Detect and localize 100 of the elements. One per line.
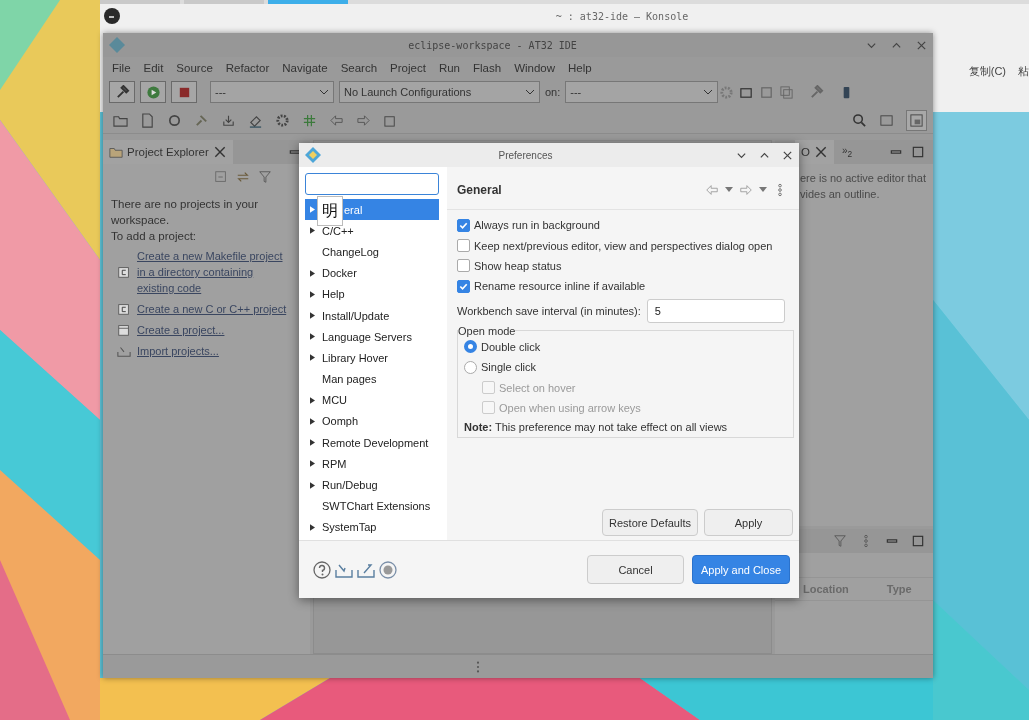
ime-candidate[interactable]: 明 bbox=[317, 196, 343, 226]
radio-button[interactable]: Double click bbox=[464, 336, 789, 357]
menu-item[interactable]: File bbox=[106, 62, 138, 74]
message-text: There are no projects in your workspace. bbox=[111, 197, 260, 228]
folder-icon bbox=[109, 145, 123, 159]
view-tab[interactable]: O bbox=[795, 140, 834, 164]
link[interactable]: Create a project... bbox=[137, 322, 225, 338]
launch-config-dropdown[interactable]: No Launch Configurations bbox=[339, 81, 540, 103]
view-tab[interactable]: Project Explorer bbox=[103, 140, 233, 164]
message-text: ere is no active editor that bbox=[800, 171, 926, 186]
menu-item[interactable]: Navigate bbox=[276, 62, 335, 74]
stop-button[interactable] bbox=[171, 81, 197, 103]
perspective-icon[interactable] bbox=[879, 112, 894, 128]
toolbar-button[interactable]: 粘 bbox=[1018, 64, 1029, 79]
page-title: General bbox=[457, 183, 502, 197]
menu-item[interactable]: Window bbox=[508, 62, 563, 74]
caret-icon bbox=[703, 89, 714, 95]
play-icon bbox=[145, 84, 161, 100]
close-icon[interactable] bbox=[212, 145, 227, 159]
perspective-button[interactable] bbox=[906, 109, 927, 131]
group-title: Open mode bbox=[458, 324, 516, 337]
search-icon[interactable] bbox=[852, 112, 867, 128]
window-icon bbox=[117, 323, 131, 337]
tree-item[interactable]: Help bbox=[305, 283, 439, 305]
target-dropdown[interactable]: --- bbox=[565, 81, 719, 103]
menu-item[interactable]: Project bbox=[384, 62, 433, 74]
tree-item[interactable]: ChangeLog bbox=[305, 241, 439, 263]
build-config-dropdown[interactable]: --- bbox=[210, 81, 334, 103]
dialog-button[interactable]: Restore Defaults bbox=[602, 509, 698, 536]
menu-item[interactable]: Refactor bbox=[219, 62, 277, 74]
tree-item[interactable]: Oomph bbox=[305, 410, 439, 433]
menu-item[interactable]: Search bbox=[334, 62, 385, 74]
overflow-tab[interactable]: »$_{2}$ bbox=[841, 145, 853, 159]
close-icon[interactable] bbox=[916, 39, 927, 51]
hammer-button[interactable] bbox=[109, 81, 135, 103]
filter-icon[interactable] bbox=[258, 170, 272, 184]
menu-item[interactable]: Source bbox=[170, 62, 220, 74]
search-field[interactable] bbox=[305, 173, 439, 195]
radio-button[interactable]: Single click bbox=[464, 356, 789, 378]
document-icon[interactable] bbox=[140, 112, 155, 128]
logo-icon bbox=[305, 147, 321, 163]
tree-item[interactable]: Man pages bbox=[305, 368, 439, 390]
caret-icon[interactable] bbox=[725, 187, 733, 193]
tree-item[interactable]: Library Hover bbox=[305, 347, 439, 369]
maximize-icon[interactable] bbox=[911, 534, 925, 548]
filter-icon[interactable] bbox=[833, 534, 847, 548]
menu-item[interactable]: Help bbox=[562, 62, 599, 74]
menu-item[interactable]: Flash bbox=[467, 62, 509, 74]
input-field[interactable]: 5 bbox=[646, 298, 785, 323]
gear-icon[interactable] bbox=[275, 112, 290, 128]
terminal-icon bbox=[104, 8, 120, 24]
window-title: eclipse-workspace - AT32 IDE bbox=[407, 39, 578, 51]
link[interactable]: Create a new C or C++ project bbox=[137, 301, 287, 317]
caret-icon[interactable] bbox=[759, 187, 767, 193]
tree-item[interactable]: Run/Debug bbox=[305, 474, 439, 496]
menu-item[interactable]: Run bbox=[432, 62, 467, 74]
close-icon[interactable] bbox=[782, 149, 793, 161]
hash-icon[interactable] bbox=[302, 112, 317, 128]
tree-item[interactable]: Remote Development bbox=[305, 432, 439, 454]
tree-item[interactable]: Language Servers bbox=[305, 326, 439, 348]
record-icon[interactable] bbox=[379, 560, 397, 579]
toolbar-button[interactable]: 复制(C) bbox=[968, 64, 1006, 79]
message-text: To add a project: bbox=[111, 229, 198, 244]
apply-and-close-button[interactable]: Apply and Close bbox=[692, 555, 790, 584]
cancel-button[interactable]: Cancel bbox=[587, 555, 684, 584]
target-label: on: bbox=[545, 86, 561, 98]
tree-item[interactable]: Docker bbox=[305, 262, 439, 284]
field-label: Workbench save interval (in minutes): bbox=[457, 304, 641, 317]
collapse-icon[interactable] bbox=[214, 170, 228, 184]
tree-item[interactable]: RPM bbox=[305, 453, 439, 475]
back-icon[interactable] bbox=[329, 112, 344, 128]
checkbox[interactable]: Rename resource inline if available bbox=[457, 276, 795, 297]
hammer-icon bbox=[114, 84, 130, 100]
checkbox[interactable]: Keep next/previous editor, view and perspectives dialog open bbox=[457, 235, 795, 256]
link[interactable]: Import projects... bbox=[137, 343, 219, 359]
dialog-button[interactable]: Apply bbox=[704, 509, 793, 536]
caret-icon bbox=[525, 89, 535, 95]
tree-item[interactable]: MCU bbox=[305, 389, 439, 411]
link[interactable]: Create a new Makefile project in a directory containing existing code bbox=[137, 248, 293, 296]
c-file-icon bbox=[117, 302, 131, 316]
menu-item[interactable]: Edit bbox=[137, 62, 171, 74]
maximize-icon[interactable] bbox=[911, 145, 925, 159]
c-file-icon bbox=[117, 265, 131, 279]
dialog-title: Preferences bbox=[497, 149, 554, 161]
checkbox[interactable]: Show heap status bbox=[457, 255, 795, 277]
import-icon bbox=[117, 344, 131, 358]
forward-icon[interactable] bbox=[356, 112, 371, 128]
logo-icon bbox=[109, 37, 125, 53]
close-icon[interactable] bbox=[813, 145, 828, 159]
link-icon[interactable] bbox=[236, 170, 250, 184]
window-title: ~ : at32-ide — Konsole bbox=[554, 10, 690, 22]
checkbox[interactable]: Always run in background bbox=[457, 215, 795, 236]
help-icon[interactable] bbox=[313, 560, 331, 579]
run-button[interactable] bbox=[140, 81, 166, 103]
tree-item[interactable]: SystemTap bbox=[305, 516, 439, 538]
note-text: Note: This preference may not take effect on all views bbox=[464, 421, 729, 434]
hammer-icon[interactable] bbox=[809, 84, 825, 100]
tree-item[interactable]: Install/Update bbox=[305, 304, 439, 327]
tree-item[interactable]: SWTChart Extensions bbox=[305, 495, 439, 517]
window-icon bbox=[909, 112, 924, 128]
